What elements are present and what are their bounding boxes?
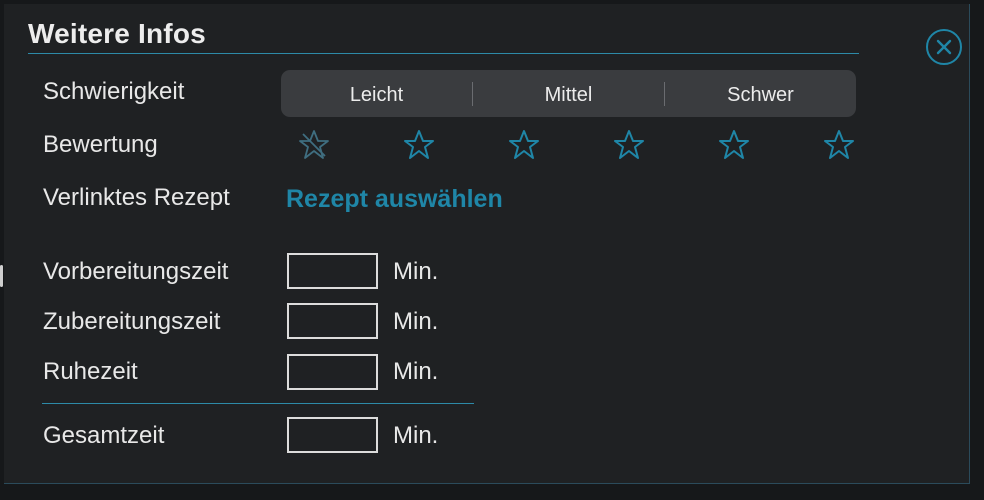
total-time-input[interactable] bbox=[287, 417, 378, 453]
star-outline-icon[interactable] bbox=[822, 128, 856, 162]
prep-time-label: Vorbereitungszeit bbox=[43, 258, 229, 285]
star-cleared-icon[interactable] bbox=[297, 128, 331, 162]
difficulty-label: Schwierigkeit bbox=[43, 78, 185, 105]
star-outline-icon[interactable] bbox=[402, 128, 436, 162]
rest-time-unit: Min. bbox=[393, 358, 439, 385]
difficulty-option-schwer[interactable]: Schwer bbox=[665, 70, 856, 117]
prep-time-unit: Min. bbox=[393, 258, 439, 285]
close-button[interactable] bbox=[926, 29, 962, 65]
difficulty-option-leicht[interactable]: Leicht bbox=[281, 70, 472, 117]
cook-time-unit: Min. bbox=[393, 308, 439, 335]
total-time-unit: Min. bbox=[393, 422, 439, 449]
total-divider bbox=[42, 403, 474, 404]
close-circle-icon bbox=[936, 39, 952, 55]
difficulty-option-mittel[interactable]: Mittel bbox=[473, 70, 664, 117]
star-outline-icon[interactable] bbox=[612, 128, 646, 162]
linked-recipe-label: Verlinktes Rezept bbox=[43, 184, 230, 211]
dialog-title: Weitere Infos bbox=[28, 18, 206, 49]
star-outline-icon[interactable] bbox=[507, 128, 541, 162]
select-recipe-link[interactable]: Rezept auswählen bbox=[286, 185, 503, 214]
rest-time-label: Ruhezeit bbox=[43, 358, 138, 385]
rating-label: Bewertung bbox=[43, 131, 158, 158]
info-dialog: Weitere Infos Schwierigkeit Leicht Mitte… bbox=[4, 4, 970, 484]
total-time-label: Gesamtzeit bbox=[43, 422, 165, 449]
cook-time-label: Zubereitungszeit bbox=[43, 308, 221, 335]
star-outline-icon[interactable] bbox=[717, 128, 751, 162]
title-divider bbox=[28, 53, 859, 54]
rest-time-input[interactable] bbox=[287, 354, 378, 390]
background-edge-glyph bbox=[0, 265, 3, 287]
rating-stars bbox=[293, 128, 863, 168]
cook-time-input[interactable] bbox=[287, 303, 378, 339]
difficulty-segmented-control: Leicht Mittel Schwer bbox=[281, 70, 856, 117]
prep-time-input[interactable] bbox=[287, 253, 378, 289]
